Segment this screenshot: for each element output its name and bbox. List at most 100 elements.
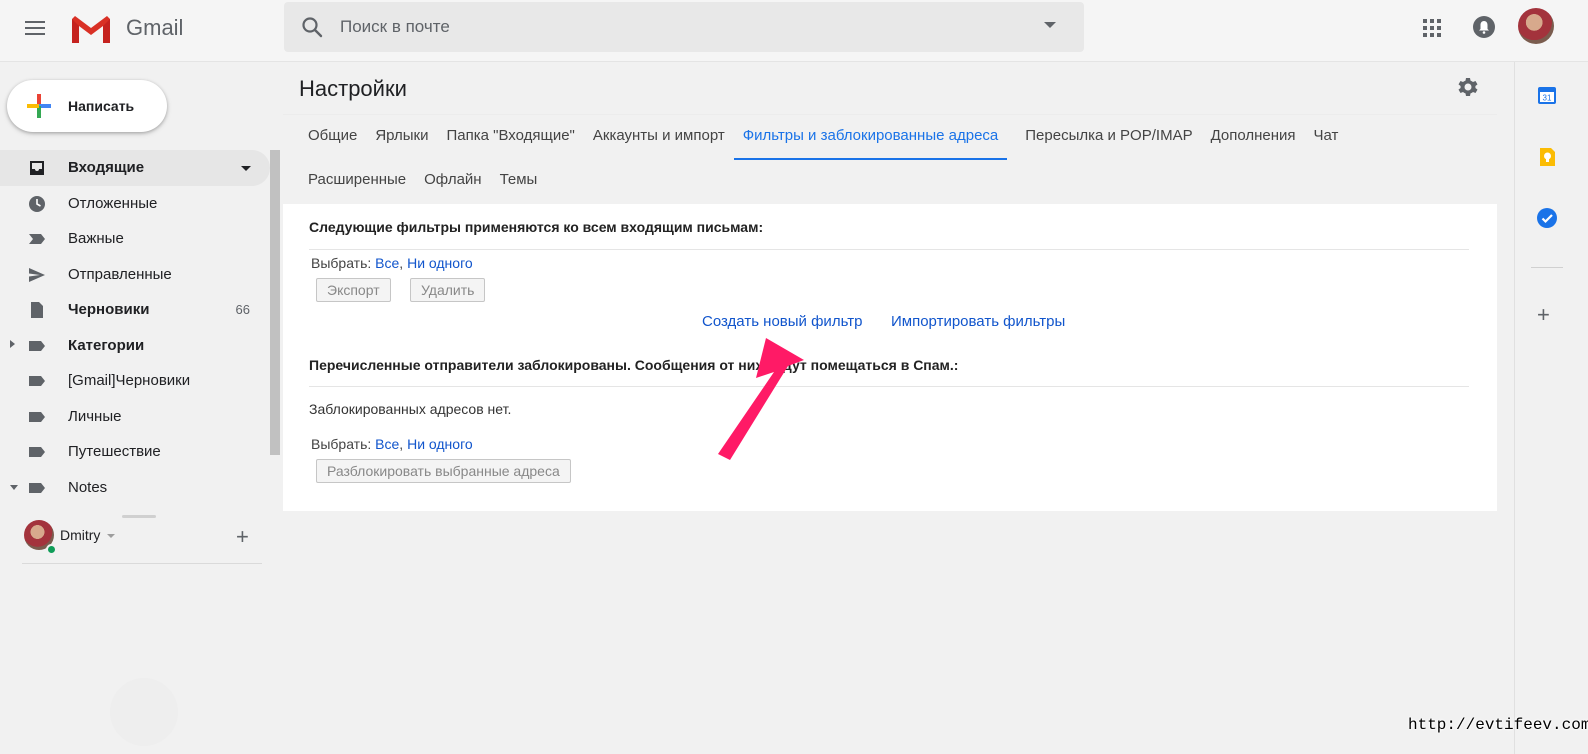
inbox-icon (30, 161, 44, 175)
online-status-icon (46, 544, 57, 555)
send-icon (29, 267, 45, 282)
settings-panel: Настройки Общие Ярлыки Папка "Входящие" … (283, 62, 1497, 511)
sidebar-item-notes[interactable]: Notes (0, 470, 270, 506)
keep-icon[interactable] (1536, 146, 1558, 168)
chevron-down-icon[interactable] (107, 534, 115, 538)
no-blocked-text: Заблокированных адресов нет. (309, 401, 512, 417)
sidebar-item-label: Категории (68, 336, 145, 354)
sidebar-item-inbox[interactable]: Входящие (0, 150, 270, 186)
sidebar-item-categories[interactable]: Категории (0, 328, 270, 364)
compose-label: Написать (68, 98, 135, 114)
sidebar-item-drafts[interactable]: Черновики 66 (0, 292, 270, 328)
settings-tabs-row-1: Общие Ярлыки Папка "Входящие" Аккаунты и… (308, 122, 1356, 160)
sidebar-item-important[interactable]: Важные (0, 221, 270, 257)
sidebar-item-gmail-drafts[interactable]: [Gmail]Черновики (0, 363, 270, 399)
select-all-link[interactable]: Все (375, 255, 399, 271)
label-icon (29, 340, 45, 351)
sidebar-item-label: Путешествие (68, 443, 161, 460)
filters-select-line: Выбрать: Все, Ни одного (311, 255, 473, 271)
svg-text:31: 31 (1543, 94, 1552, 103)
select-none-link[interactable]: Ни одного (407, 255, 473, 271)
unblock-button[interactable]: Разблокировать выбранные адреса (316, 459, 571, 483)
add-contact-button[interactable]: + (236, 526, 249, 548)
watermark: http://evtifeev.com (1408, 716, 1588, 734)
clock-icon (29, 195, 45, 212)
sidebar-item-label: Notes (68, 478, 108, 496)
divider (309, 386, 1469, 387)
sidebar-nav: Входящие Отложенные Важные Отправленные … (0, 150, 270, 505)
notifications-icon[interactable] (1472, 15, 1496, 39)
select-all-link[interactable]: Все (375, 436, 399, 452)
add-addon-button[interactable]: + (1537, 304, 1550, 326)
sidebar-item-snoozed[interactable]: Отложенные (0, 186, 270, 222)
tab-addons[interactable]: Дополнения (1211, 122, 1296, 160)
compose-plus-icon (27, 94, 51, 118)
sidebar-item-label: Отложенные (68, 194, 158, 212)
draft-icon (31, 302, 43, 318)
search-bar[interactable] (284, 2, 1084, 52)
sidebar-item-sent[interactable]: Отправленные (0, 257, 270, 293)
sidebar-item-travel[interactable]: Путешествие (0, 434, 270, 470)
main-menu-icon[interactable] (22, 17, 48, 41)
collapse-arrow-icon[interactable] (10, 484, 18, 490)
expand-arrow-icon[interactable] (10, 339, 15, 348)
comma-separator: , (399, 436, 408, 452)
select-label: Выбрать: (311, 255, 372, 271)
tasks-icon[interactable] (1536, 207, 1558, 229)
page-title: Настройки (299, 76, 407, 101)
compose-button[interactable]: Написать (7, 80, 167, 132)
chevron-down-icon[interactable] (241, 166, 251, 171)
select-label: Выбрать: (311, 436, 372, 452)
tab-accounts-import[interactable]: Аккаунты и импорт (593, 122, 725, 160)
hangouts-resize-handle[interactable] (122, 515, 156, 518)
label-icon (29, 447, 45, 457)
calendar-icon[interactable]: 31 (1536, 84, 1558, 106)
settings-tabs-row-2: Расширенные Офлайн Темы (308, 166, 555, 204)
sidebar-item-personal[interactable]: Личные (0, 399, 270, 435)
import-filters-link[interactable]: Импортировать фильтры (891, 313, 1065, 330)
label-icon (29, 376, 45, 386)
settings-header: Настройки Общие Ярлыки Папка "Входящие" … (283, 62, 1497, 204)
top-bar: Gmail (0, 0, 1588, 62)
label-icon (29, 482, 45, 493)
drafts-count: 66 (235, 302, 250, 317)
sidebar-item-label: [Gmail]Черновики (68, 372, 191, 389)
export-button[interactable]: Экспорт (316, 278, 391, 302)
divider (309, 249, 1469, 250)
tab-general[interactable]: Общие (308, 122, 357, 160)
hangouts-user[interactable]: Dmitry + (22, 520, 262, 564)
search-options-icon[interactable] (1044, 22, 1056, 28)
tab-filters-blocked[interactable]: Фильтры и заблокированные адреса (733, 122, 1008, 160)
create-filter-link[interactable]: Создать новый фильтр (702, 313, 862, 330)
sidebar-item-label: Входящие (68, 159, 145, 176)
hangouts-user-name: Dmitry (60, 527, 101, 543)
sidebar-scrollbar[interactable] (270, 150, 280, 455)
search-input[interactable] (340, 15, 1020, 39)
filters-section-title: Следующие фильтры применяются ко всем вх… (309, 219, 764, 235)
tab-advanced[interactable]: Расширенные (308, 166, 406, 204)
gmail-logo-icon[interactable] (70, 13, 112, 45)
tab-chat[interactable]: Чат (1314, 122, 1339, 160)
tab-inbox[interactable]: Папка "Входящие" (446, 122, 574, 160)
gear-icon[interactable] (1456, 75, 1480, 99)
tab-forwarding-pop-imap[interactable]: Пересылка и POP/IMAP (1025, 122, 1192, 160)
tab-offline[interactable]: Офлайн (424, 166, 481, 204)
account-avatar[interactable] (1518, 8, 1554, 44)
tab-themes[interactable]: Темы (500, 166, 538, 204)
tabs-divider (283, 114, 1497, 115)
select-none-link[interactable]: Ни одного (407, 436, 473, 452)
app-name: Gmail (126, 15, 184, 40)
sidebar-item-label: Черновики (68, 301, 150, 318)
blocked-select-line: Выбрать: Все, Ни одного (311, 436, 473, 452)
sidebar-item-label: Личные (68, 407, 122, 425)
comma-separator: , (399, 255, 408, 271)
search-icon[interactable] (300, 15, 324, 39)
sidebar-item-label: Важные (68, 230, 124, 247)
delete-button[interactable]: Удалить (410, 278, 486, 302)
blocked-section-title: Перечисленные отправители заблокированы.… (309, 357, 959, 373)
hangouts-faded-icon (110, 678, 178, 746)
tab-labels[interactable]: Ярлыки (375, 122, 428, 160)
divider (1531, 267, 1563, 268)
apps-grid-icon[interactable] (1420, 16, 1444, 40)
side-panel: 31 + (1514, 62, 1588, 754)
